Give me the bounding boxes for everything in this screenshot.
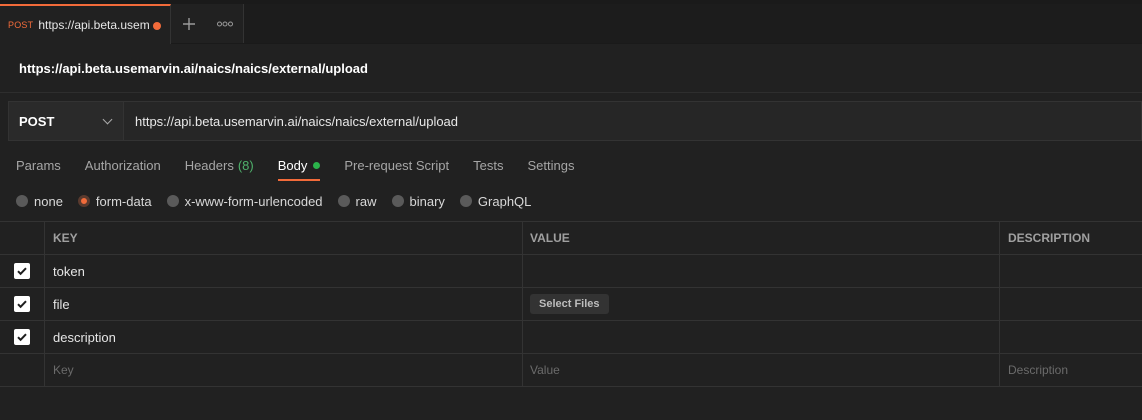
body-type-binary-label: binary [409,193,445,209]
body-type-graphql[interactable]: GraphQL [459,193,532,209]
key-cell[interactable]: description [45,321,523,353]
key-cell[interactable]: token [45,255,523,287]
request-title-row: https://api.beta.usemarvin.ai/naics/naic… [0,44,1142,93]
checkmark-icon [17,300,27,309]
method-select-value: POST [19,113,55,129]
key-text: file [53,296,70,312]
select-files-button[interactable]: Select Files [530,294,609,314]
method-select[interactable]: POST [9,102,124,140]
tab-params-label: Params [16,157,61,173]
body-type-form-data-label: form-data [95,193,152,209]
body-type-radio-group: none form-data x-www-form-urlencoded raw… [16,190,546,212]
body-type-urlencoded[interactable]: x-www-form-urlencoded [166,193,323,209]
body-type-raw-label: raw [355,193,377,209]
tab-bar-empty-area [243,4,1142,43]
value-cell[interactable] [523,321,1000,353]
tab-settings-label: Settings [527,157,575,173]
chevron-down-icon [102,114,113,124]
body-type-form-data[interactable]: form-data [77,193,152,209]
ellipsis-icon [217,21,233,27]
body-type-binary[interactable]: binary [391,193,445,209]
column-header-value: VALUE [523,222,1000,254]
tab-headers-label: Headers [184,157,234,173]
row-checkbox-cell [0,321,45,353]
key-cell[interactable]: file [45,288,523,320]
body-type-graphql-label: GraphQL [477,193,532,209]
value-placeholder: Value [530,363,560,377]
row-checkbox[interactable] [14,329,30,345]
column-header-key: KEY [45,222,523,254]
table-new-row: Key Value Description [0,354,1142,387]
form-data-table: KEY VALUE DESCRIPTION token file Select … [0,221,1142,387]
new-key-cell[interactable]: Key [45,354,523,386]
tab-pre-request-script[interactable]: Pre-request Script [344,149,449,181]
tab-body[interactable]: Body [277,149,321,181]
row-checkbox[interactable] [14,296,30,312]
tab-params[interactable]: Params [16,149,61,181]
body-type-none[interactable]: none [16,194,63,209]
row-checkbox-cell [0,288,45,320]
tab-tests[interactable]: Tests [473,149,503,181]
value-cell[interactable] [523,255,1000,287]
tab-bar: POST https://api.beta.usem [0,0,1142,44]
key-text: token [53,263,85,279]
new-value-cell[interactable]: Value [523,354,1000,386]
new-description-cell[interactable]: Description [1000,354,1142,386]
table-row: token [0,255,1142,288]
description-cell[interactable] [1000,321,1142,353]
tab-headers[interactable]: Headers (8) [185,149,254,181]
request-title[interactable]: https://api.beta.usemarvin.ai/naics/naic… [19,61,368,76]
radio-selected-icon [77,195,90,207]
new-tab-button[interactable] [171,4,207,44]
value-cell[interactable]: Select Files [523,288,1000,320]
more-tabs-button[interactable] [207,4,243,44]
radio-icon [391,195,404,207]
radio-icon [166,195,179,207]
unsaved-dot-icon [153,22,161,30]
body-active-dot-icon [313,161,321,169]
plus-icon [183,18,195,30]
checkmark-icon [17,267,27,276]
key-placeholder: Key [53,363,74,377]
body-type-none-label: none [34,193,63,209]
key-text: description [53,329,116,345]
tab-tests-label: Tests [473,157,504,173]
tab-pre-request-script-label: Pre-request Script [344,157,450,173]
row-checkbox[interactable] [14,263,30,279]
request-tab[interactable]: POST https://api.beta.usem [0,4,171,44]
body-type-urlencoded-label: x-www-form-urlencoded [184,193,323,209]
tab-authorization-label: Authorization [84,157,161,173]
row-checkbox-cell [0,255,45,287]
table-header-checkbox-col [0,222,45,254]
request-line: POST [8,101,1142,141]
tab-authorization[interactable]: Authorization [85,149,161,181]
body-type-raw[interactable]: raw [337,193,377,209]
table-row: description [0,321,1142,354]
tab-settings[interactable]: Settings [527,149,574,181]
description-cell[interactable] [1000,255,1142,287]
description-placeholder: Description [1008,363,1069,377]
new-row-checkbox-cell [0,354,45,386]
radio-icon [459,195,472,207]
request-tab-name: https://api.beta.usem [38,18,150,32]
url-input[interactable] [124,102,1141,140]
description-cell[interactable] [1000,288,1142,320]
checkmark-icon [17,333,27,342]
headers-count-badge: (8) [237,157,254,173]
request-tab-method: POST [8,20,34,30]
request-subtabs: Params Authorization Headers (8) Body Pre… [16,149,598,181]
radio-icon [337,195,350,207]
table-header-row: KEY VALUE DESCRIPTION [0,222,1142,255]
column-header-description: DESCRIPTION [1008,231,1091,245]
tab-body-label: Body [277,157,308,173]
radio-icon [16,195,28,207]
table-row: file Select Files [0,288,1142,321]
